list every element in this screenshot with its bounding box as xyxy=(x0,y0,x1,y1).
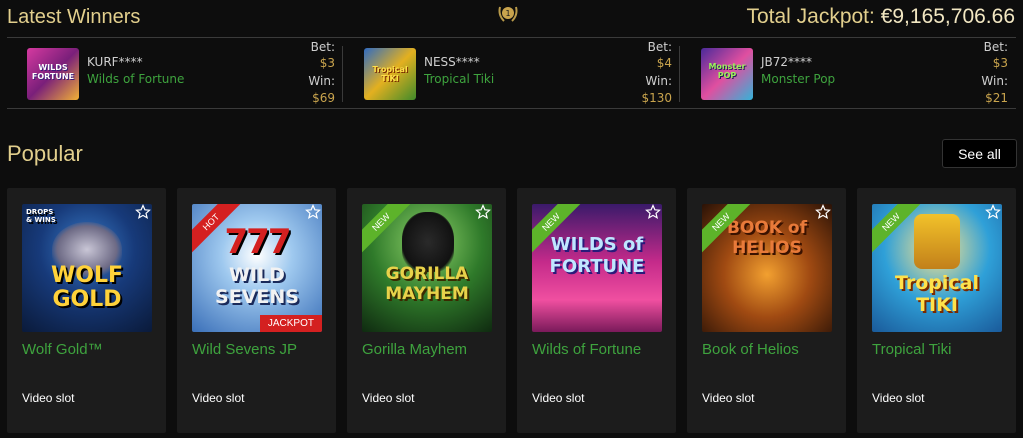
game-type: Video slot xyxy=(22,391,75,405)
win-value: $69 xyxy=(312,91,335,105)
game-type: Video slot xyxy=(532,391,585,405)
win-label: Win: xyxy=(645,74,672,88)
bet-label: Bet: xyxy=(983,40,1008,54)
bet-value: $3 xyxy=(992,56,1008,70)
game-type: Video slot xyxy=(192,391,245,405)
see-all-button[interactable]: See all xyxy=(942,139,1017,168)
laurel-badge-icon: 1 xyxy=(498,6,518,22)
favorite-star-icon[interactable] xyxy=(985,204,1001,220)
winner-game-thumbnail[interactable]: Monster POP xyxy=(701,48,753,100)
latest-winners-header: Latest Winners 1 Total Jackpot: €9,165,7… xyxy=(0,0,1023,38)
popular-section-title: Popular xyxy=(7,141,83,166)
bet-label: Bet: xyxy=(647,40,672,54)
game-card[interactable]: 777 WILD SEVENS HOT JACKPOT Wild Sevens … xyxy=(177,188,336,433)
game-title-link[interactable]: Gorilla Mayhem xyxy=(362,341,467,358)
jackpot-amount: €9,165,706.66 xyxy=(880,5,1015,28)
winner-name: NESS**** xyxy=(424,55,480,69)
game-card[interactable]: GORILLA MAYHEM NEW Gorilla Mayhem Video … xyxy=(347,188,506,433)
win-value: $130 xyxy=(641,91,672,105)
winner-item[interactable]: WILDS FORTUNE KURF**** Wilds of Fortune … xyxy=(7,38,343,110)
game-type: Video slot xyxy=(362,391,415,405)
game-title-link[interactable]: Book of Helios xyxy=(702,341,799,358)
win-label: Win: xyxy=(981,74,1008,88)
winner-game-link[interactable]: Tropical Tiki xyxy=(424,72,494,86)
game-thumbnail[interactable]: DROPS & WINS WOLF GOLD xyxy=(22,204,152,332)
bet-label: Bet: xyxy=(310,40,335,54)
bet-value: $3 xyxy=(319,56,335,70)
svg-text:1: 1 xyxy=(505,9,510,18)
favorite-star-icon[interactable] xyxy=(475,204,491,220)
divider xyxy=(342,46,343,102)
game-title-link[interactable]: Wilds of Fortune xyxy=(532,341,641,358)
winner-game-thumbnail[interactable]: Tropical TIKI xyxy=(364,48,416,100)
jackpot-tag: JACKPOT xyxy=(259,315,322,332)
game-thumbnail[interactable]: 777 WILD SEVENS HOT JACKPOT xyxy=(192,204,322,332)
game-card[interactable]: WILDS of FORTUNE NEW Wilds of Fortune Vi… xyxy=(517,188,676,433)
game-card[interactable]: Tropical TIKI NEW Tropical Tiki Video sl… xyxy=(857,188,1016,433)
divider xyxy=(679,46,680,102)
winner-name: KURF**** xyxy=(87,55,143,69)
favorite-star-icon[interactable] xyxy=(305,204,321,220)
favorite-star-icon[interactable] xyxy=(645,204,661,220)
game-title-link[interactable]: Wild Sevens JP xyxy=(192,341,297,358)
favorite-star-icon[interactable] xyxy=(815,204,831,220)
game-title-link[interactable]: Tropical Tiki xyxy=(872,341,951,358)
winners-strip: WILDS FORTUNE KURF**** Wilds of Fortune … xyxy=(7,37,1016,109)
total-jackpot: Total Jackpot: €9,165,706.66 xyxy=(746,5,1015,29)
winner-game-link[interactable]: Monster Pop xyxy=(761,72,835,86)
winner-item[interactable]: Tropical TIKI NESS**** Tropical Tiki Bet… xyxy=(344,38,680,110)
game-title-link[interactable]: Wolf Gold™ xyxy=(22,341,103,358)
game-thumbnail[interactable]: BOOK of HELIOS NEW xyxy=(702,204,832,332)
winner-item[interactable]: Monster POP JB72**** Monster Pop Bet: $3… xyxy=(681,38,1016,110)
bet-value: $4 xyxy=(656,56,672,70)
jackpot-label: Total Jackpot: xyxy=(746,5,875,28)
favorite-star-icon[interactable] xyxy=(135,204,151,220)
winner-name: JB72**** xyxy=(761,55,813,69)
game-card[interactable]: BOOK of HELIOS NEW Book of Helios Video … xyxy=(687,188,846,433)
game-type: Video slot xyxy=(872,391,925,405)
game-thumbnail[interactable]: Tropical TIKI NEW xyxy=(872,204,1002,332)
win-label: Win: xyxy=(308,74,335,88)
winner-game-thumbnail[interactable]: WILDS FORTUNE xyxy=(27,48,79,100)
winner-game-link[interactable]: Wilds of Fortune xyxy=(87,72,184,86)
drops-wins-badge: DROPS & WINS xyxy=(26,208,56,224)
game-thumbnail[interactable]: GORILLA MAYHEM NEW xyxy=(362,204,492,332)
game-thumbnail[interactable]: WILDS of FORTUNE NEW xyxy=(532,204,662,332)
latest-winners-title: Latest Winners xyxy=(7,6,141,28)
win-value: $21 xyxy=(985,91,1008,105)
game-type: Video slot xyxy=(702,391,755,405)
game-card[interactable]: DROPS & WINS WOLF GOLD Wolf Gold™ Video … xyxy=(7,188,166,433)
